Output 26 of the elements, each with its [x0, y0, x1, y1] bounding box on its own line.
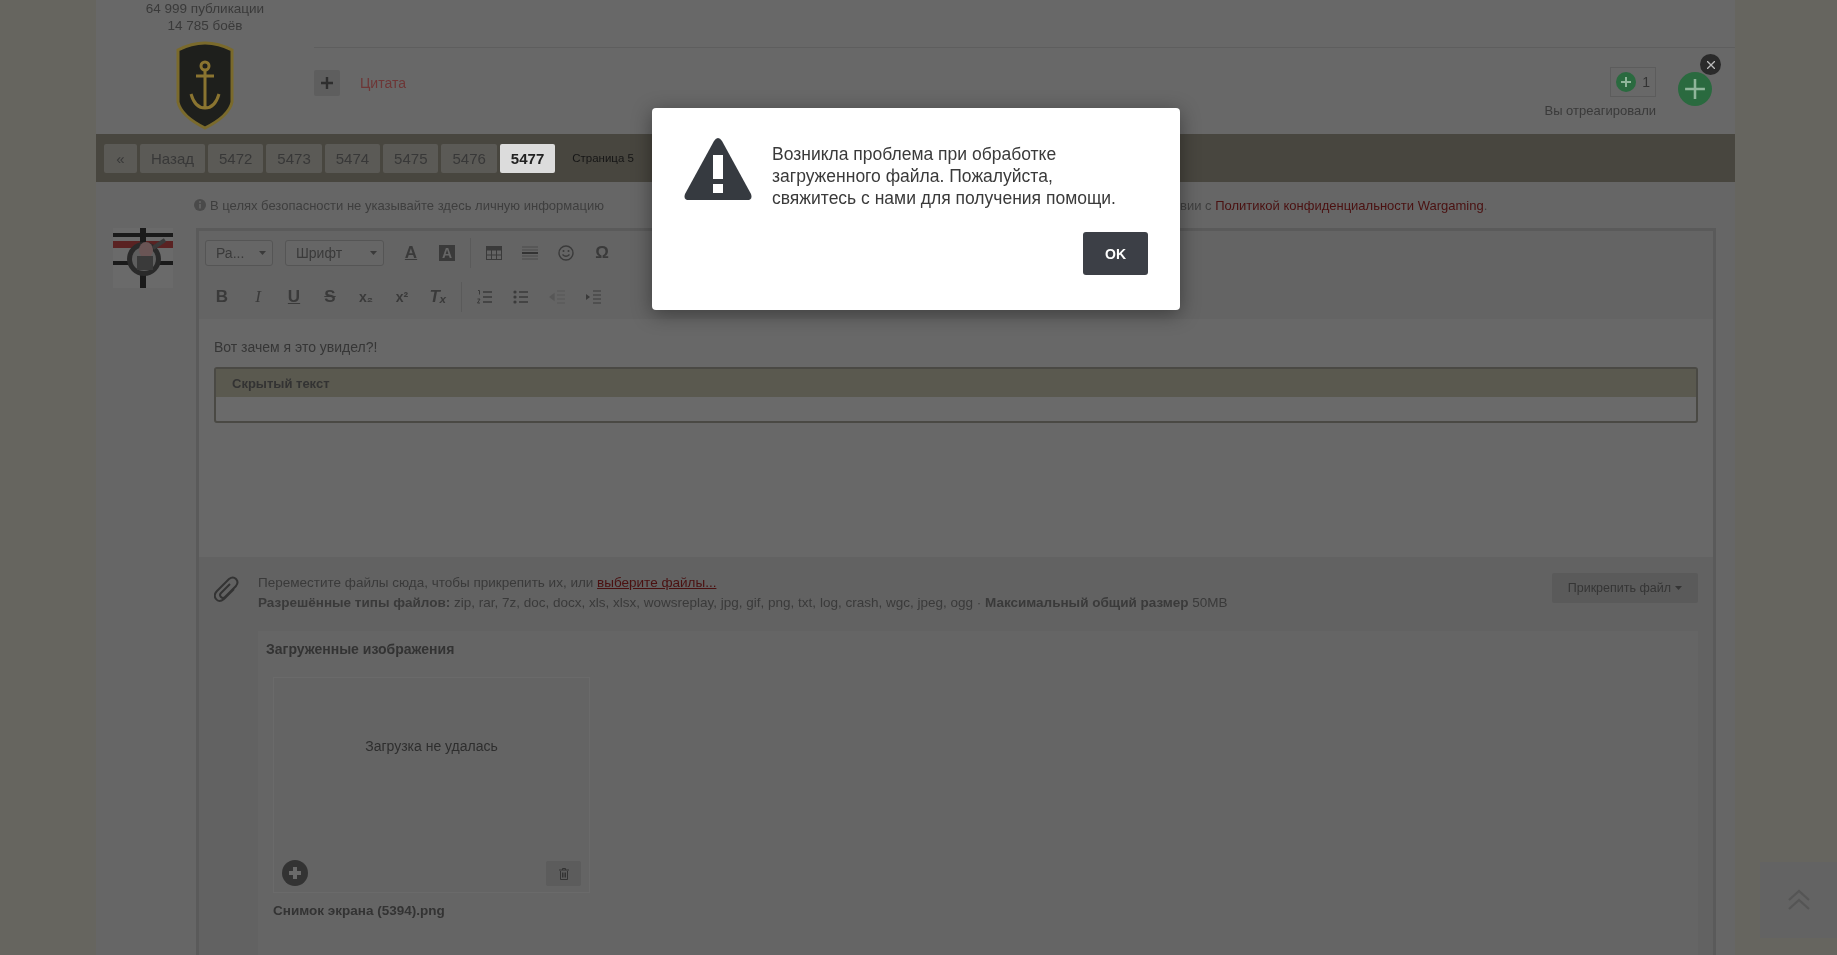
- caret-icon: [259, 251, 266, 255]
- caret-icon: [1675, 586, 1682, 590]
- delete-button[interactable]: [546, 861, 581, 886]
- plus-circle-icon: [1616, 72, 1637, 92]
- smiley-icon: [558, 245, 574, 261]
- add-button[interactable]: [314, 70, 340, 96]
- table-icon: [486, 246, 502, 260]
- plus-icon: [321, 77, 333, 89]
- error-message: Возникла проблема при обработке загруженного файла. Пожалуйста, свяжитесь с нами для получения помощи.: [772, 143, 1117, 209]
- choose-files-link[interactable]: выберите файлы...: [597, 575, 717, 590]
- page-button[interactable]: 5477: [499, 143, 556, 173]
- privacy-policy-link[interactable]: Политикой конфиденциальности Wargaming: [1215, 197, 1484, 213]
- first-page-button[interactable]: «: [104, 143, 137, 173]
- trash-icon: [558, 867, 569, 880]
- bullet-list-icon: [513, 289, 529, 305]
- ok-button[interactable]: OK: [1083, 232, 1148, 275]
- indent-icon: [585, 289, 601, 305]
- close-icon: [1706, 60, 1715, 69]
- ordered-list-icon: [477, 289, 493, 305]
- warning-icon: [684, 137, 752, 201]
- caret-icon: [370, 251, 377, 255]
- close-button[interactable]: [1700, 54, 1721, 75]
- horizontal-line-icon: [522, 246, 538, 260]
- plus-circle-icon: [282, 860, 308, 886]
- insert-button[interactable]: [282, 860, 308, 886]
- info-icon: [194, 199, 206, 211]
